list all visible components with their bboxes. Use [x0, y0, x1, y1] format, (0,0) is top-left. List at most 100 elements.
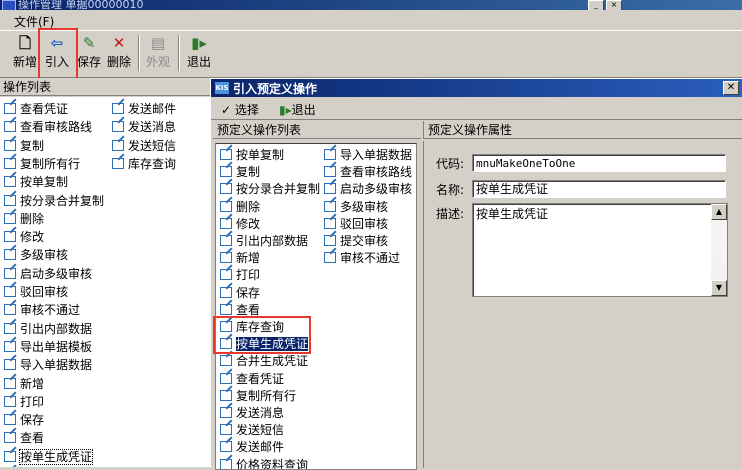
operation-icon [4, 157, 16, 169]
operation-icon [4, 340, 16, 352]
operation-icon [4, 176, 16, 188]
operation-icon [324, 217, 336, 229]
list-item[interactable]: 引出内部数据 [2, 320, 92, 338]
operation-icon [220, 269, 232, 281]
delete-button[interactable]: ✕ 删除 [104, 33, 134, 73]
list-item[interactable]: 查看 [2, 429, 44, 447]
exit-button[interactable]: ▮▸ 退出 [184, 33, 214, 73]
minimize-button[interactable]: _ [588, 0, 604, 10]
name-field[interactable]: 按单生成凭证 [472, 180, 726, 198]
save-icon: ✎ [82, 34, 96, 52]
operation-icon [112, 157, 124, 169]
operation-icon [4, 212, 16, 224]
list-item[interactable]: 发送邮件 [110, 100, 176, 118]
dialog-toolbar: ✓ 选择 ▮▸退出 [211, 99, 742, 120]
select-button[interactable]: ✓ 选择 [221, 101, 259, 118]
close-window-button[interactable]: × [606, 0, 622, 10]
list-item[interactable]: 保存 [218, 284, 260, 302]
list-item[interactable]: 删除 [2, 210, 44, 228]
list-item[interactable]: 发送短信 [218, 421, 284, 439]
list-item[interactable]: 打印 [218, 266, 260, 284]
scroll-up-icon[interactable]: ▲ [711, 204, 727, 220]
operation-icon [220, 217, 232, 229]
list-item[interactable]: 按单复制 [218, 146, 284, 164]
desc-label: 描述: [436, 207, 465, 221]
operation-icon [4, 249, 16, 261]
list-item[interactable]: 查看审核路线 [2, 118, 92, 136]
operation-icon [112, 103, 124, 114]
list-item[interactable]: 多级审核 [322, 198, 388, 216]
list-item[interactable]: 按分录合并复制 [218, 180, 320, 198]
code-label: 代码: [436, 157, 465, 171]
predefined-operation-list: 按单复制 复制 按分录合并复制 删除 修改 引出内部数据 新增 打印 保存 查看 库存查询 按单生成凭… [215, 143, 417, 470]
operation-icon [4, 359, 16, 371]
operation-icon [220, 407, 232, 418]
list-item[interactable]: 查看凭证 [218, 370, 284, 388]
operation-icon [4, 286, 16, 297]
name-label: 名称: [436, 183, 465, 197]
description-field[interactable]: 按单生成凭证 ▲ ▼ [472, 203, 728, 297]
new-button[interactable]: 🗋 新增 [10, 33, 40, 73]
code-field[interactable]: mnuMakeOneToOne [472, 154, 726, 172]
appearance-button[interactable]: ▤ 外观 [143, 33, 173, 73]
list-item[interactable]: 导出单据模板 [2, 338, 92, 356]
list-item[interactable]: 修改 [218, 215, 260, 233]
exit-door-icon: ▮▸ [191, 34, 207, 52]
list-item[interactable]: 新增 [218, 249, 260, 267]
list-item[interactable]: 删除 [218, 198, 260, 216]
operation-icon [4, 231, 16, 243]
list-item[interactable]: 保存 [2, 411, 44, 429]
dialog-exit-button[interactable]: ▮▸退出 [279, 101, 316, 118]
list-item[interactable]: 导入单据数据 [2, 356, 92, 374]
list-item[interactable]: 按分录合并复制 [2, 192, 104, 210]
list-item[interactable]: 启动多级审核 [322, 180, 412, 198]
list-item[interactable]: 复制所有行 [2, 155, 80, 173]
toolbar-separator [178, 35, 180, 71]
list-item[interactable]: 价格资料查询 [218, 456, 308, 469]
list-item[interactable]: 多级审核 [2, 246, 68, 264]
operation-icon [324, 166, 336, 178]
main-title-bar: 操作管理 单据00000010 _ × [0, 0, 742, 10]
list-item[interactable]: 查看凭证 [2, 100, 68, 118]
list-item[interactable]: 发送消息 [218, 404, 284, 422]
operation-icon [220, 200, 232, 212]
list-item[interactable]: 按单复制 [2, 173, 68, 191]
dialog-close-button[interactable]: ✕ [723, 81, 739, 95]
list-item[interactable]: 库存查询 [110, 155, 176, 173]
list-item[interactable]: 复制 [218, 163, 260, 181]
list-item[interactable]: 发送短信 [110, 137, 176, 155]
list-item[interactable]: 提交审核 [322, 232, 388, 250]
description-scrollbar[interactable]: ▲ ▼ [711, 204, 727, 296]
operation-icon [220, 235, 232, 246]
operation-icon [4, 267, 16, 279]
operation-icon [4, 450, 16, 462]
operation-icon [220, 149, 232, 160]
list-item[interactable]: 审核不通过 [2, 301, 80, 319]
list-item[interactable]: 审核不通过 [322, 249, 400, 267]
new-document-icon: 🗋 [18, 34, 32, 52]
list-item[interactable]: 合并生成凭证 [218, 352, 308, 370]
list-item[interactable]: 修改 [2, 228, 44, 246]
list-item[interactable]: 按单生成凭证 [2, 448, 94, 466]
operation-icon [324, 235, 336, 246]
properties-panel: 代码: mnuMakeOneToOne 名称: 按单生成凭证 描述: 按单生成凭… [423, 141, 742, 468]
operation-icon [220, 166, 232, 178]
list-item[interactable]: 驳回审核 [322, 215, 388, 233]
list-item[interactable]: 启动多级审核 [2, 265, 92, 283]
operation-icon [220, 372, 232, 384]
dialog-title-bar: KIS 引入预定义操作 ✕ [211, 79, 742, 97]
list-item[interactable]: 驳回审核 [2, 283, 68, 301]
list-item[interactable]: 发送邮件 [218, 438, 284, 456]
operation-icon [4, 395, 16, 407]
app-icon [2, 0, 16, 10]
predefined-list-header: 预定义操作列表 [213, 121, 421, 139]
list-item[interactable]: 发送消息 [110, 118, 176, 136]
list-item[interactable]: 新增 [2, 375, 44, 393]
scroll-down-icon[interactable]: ▼ [711, 280, 727, 296]
operation-icon [220, 252, 232, 264]
operation-icon [220, 389, 232, 401]
operation-icon [4, 432, 16, 444]
list-item[interactable]: 打印 [2, 393, 44, 411]
save-button[interactable]: ✎ 保存 [74, 33, 104, 73]
list-item[interactable]: 复制 [2, 137, 44, 155]
